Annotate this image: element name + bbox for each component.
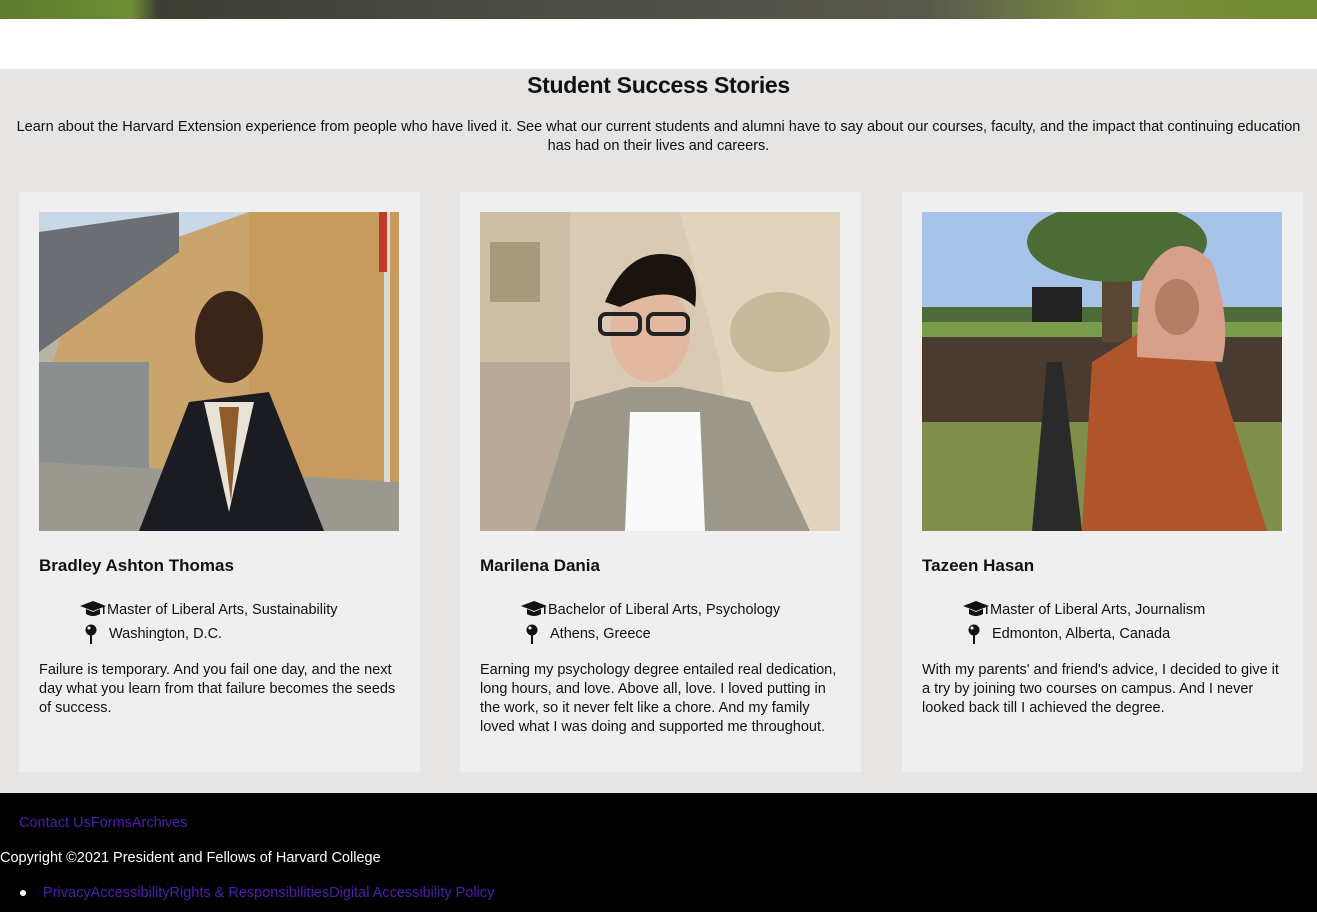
degree-text: Master of Liberal Arts, Sustainability	[107, 602, 338, 618]
location-row: Washington, D.C.	[79, 622, 338, 646]
degree-row: Master of Liberal Arts, Sustainability	[79, 598, 338, 622]
graduation-cap-icon	[962, 601, 990, 619]
section-title: Student Success Stories	[527, 72, 790, 98]
student-name: Tazeen Hasan	[922, 556, 1035, 575]
spacer-band	[0, 19, 1317, 69]
student-photo	[922, 212, 1282, 531]
graduation-cap-icon	[520, 601, 548, 619]
location-row: Athens, Greece	[520, 622, 780, 646]
map-pin-icon	[79, 624, 103, 644]
location-text: Washington, D.C.	[109, 626, 223, 642]
story-card: Tazeen Hasan Master of Liberal Arts, Jou…	[902, 192, 1303, 772]
story-card: Bradley Ashton Thomas Master of Liberal …	[19, 192, 420, 772]
legal-link-digital-accessibility-policy[interactable]: Digital Accessibility Policy	[329, 885, 494, 901]
student-photo	[480, 212, 840, 531]
graduation-cap-icon	[79, 601, 107, 619]
student-name: Marilena Dania	[480, 556, 600, 575]
map-pin-icon	[520, 624, 544, 644]
site-footer: Contact UsFormsArchives Copyright ©2021 …	[0, 793, 1317, 912]
student-meta: Bachelor of Liberal Arts, Psychology Ath…	[520, 598, 780, 646]
student-quote: Failure is temporary. And you fail one d…	[39, 662, 396, 716]
degree-row: Master of Liberal Arts, Journalism	[962, 598, 1205, 622]
student-name: Bradley Ashton Thomas	[39, 556, 234, 575]
legal-links: PrivacyAccessibilityRights & Responsibil…	[20, 884, 494, 903]
map-pin-icon	[962, 624, 986, 644]
degree-row: Bachelor of Liberal Arts, Psychology	[520, 598, 780, 622]
degree-text: Master of Liberal Arts, Journalism	[990, 602, 1206, 618]
student-quote: With my parents' and friend's advice, I …	[922, 662, 1279, 716]
location-text: Edmonton, Alberta, Canada	[992, 626, 1171, 642]
student-meta: Master of Liberal Arts, Journalism Edmon…	[962, 598, 1205, 646]
student-quote: Earning my psychology degree entailed re…	[480, 662, 837, 735]
student-meta: Master of Liberal Arts, Sustainability W…	[79, 598, 338, 646]
story-card: Marilena Dania Bachelor of Liberal Arts,…	[460, 192, 861, 772]
location-text: Athens, Greece	[550, 626, 651, 642]
legal-link-rights-responsibilities[interactable]: Rights & Responsibilities	[170, 885, 330, 901]
footer-link-forms[interactable]: Forms	[91, 815, 132, 831]
legal-link-accessibility[interactable]: Accessibility	[91, 885, 170, 901]
list-bullet	[20, 890, 26, 897]
footer-link-archives[interactable]: Archives	[132, 815, 188, 831]
student-photo	[39, 212, 399, 531]
copyright-text: Copyright ©2021 President and Fellows of…	[0, 850, 381, 866]
legal-link-privacy[interactable]: Privacy	[43, 885, 91, 901]
footer-links: Contact UsFormsArchives	[19, 814, 187, 833]
degree-text: Bachelor of Liberal Arts, Psychology	[548, 602, 781, 618]
success-stories-section: Student Success Stories Learn about the …	[0, 69, 1317, 793]
location-row: Edmonton, Alberta, Canada	[962, 622, 1205, 646]
footer-link-contact-us[interactable]: Contact Us	[19, 815, 91, 831]
hero-image-strip	[0, 0, 1317, 19]
section-intro: Learn about the Harvard Extension experi…	[16, 119, 1301, 154]
